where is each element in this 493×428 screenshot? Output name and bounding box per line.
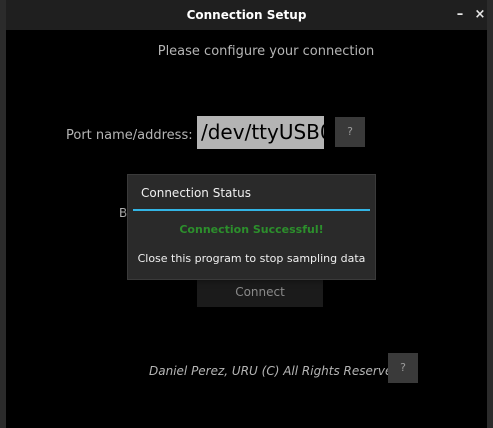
app-window: Connection Setup – × Please configure yo… <box>6 0 487 428</box>
connect-button[interactable]: Connect <box>197 277 323 307</box>
dialog-divider <box>133 209 370 211</box>
copyright-text: Daniel Perez, URU (C) All Rights Reserve… <box>149 364 400 378</box>
title-bar: Connection Setup – × <box>6 0 487 30</box>
obscured-label: B <box>119 206 128 220</box>
dialog-message: Close this program to stop sampling data <box>137 252 366 265</box>
instruction-text: Please configure your connection <box>157 44 375 59</box>
port-help-button[interactable]: ? <box>335 117 365 147</box>
dialog-title: Connection Status <box>141 186 251 200</box>
footer-help-button[interactable]: ? <box>388 353 418 383</box>
port-input[interactable]: /dev/ttyUSB0 <box>197 116 333 149</box>
close-icon[interactable]: × <box>470 0 487 30</box>
window-title: Connection Setup <box>186 8 307 22</box>
status-message: Connection Successful! <box>179 223 324 236</box>
port-label: Port name/address: <box>66 128 193 143</box>
minimize-icon[interactable]: – <box>450 0 470 30</box>
connection-status-dialog: Connection Status Connection Successful!… <box>127 174 376 280</box>
